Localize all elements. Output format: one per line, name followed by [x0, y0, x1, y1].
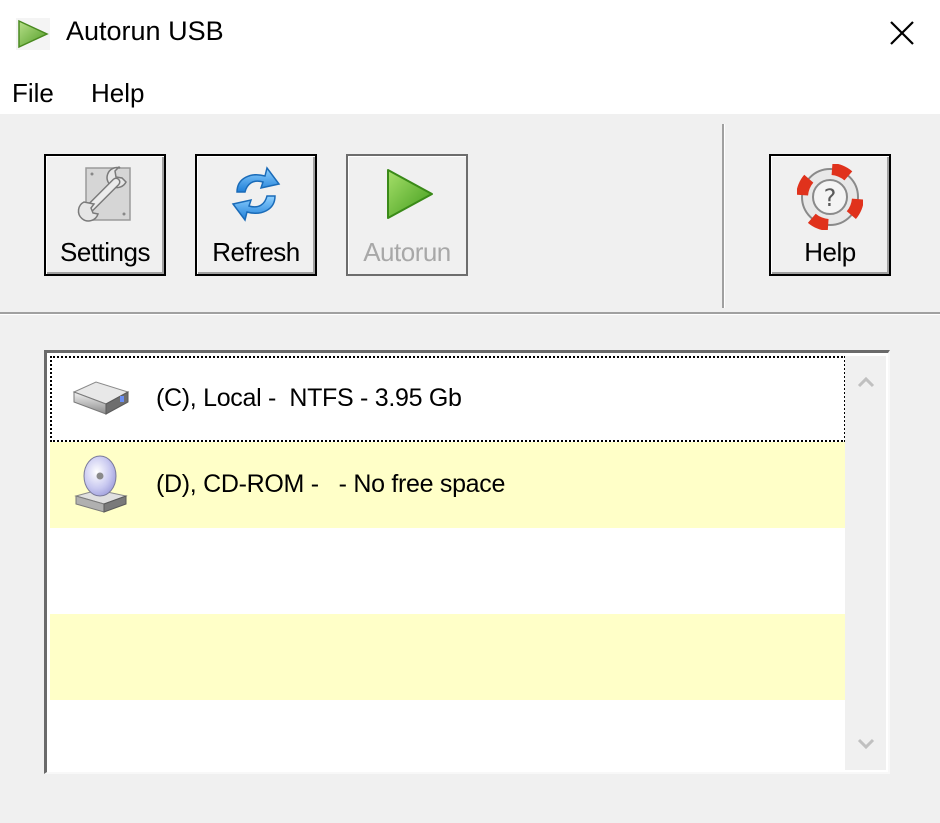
- close-icon: [890, 21, 914, 45]
- refresh-button[interactable]: Refresh: [195, 154, 317, 276]
- window-title: Autorun USB: [66, 16, 224, 46]
- settings-label: Settings: [60, 237, 150, 267]
- title-bar: Autorun USB: [0, 0, 940, 68]
- drive-row-d[interactable]: (D), CD-ROM - - No free space: [50, 442, 846, 528]
- menu-help[interactable]: Help: [91, 78, 144, 109]
- menu-bar: File Help: [0, 68, 940, 114]
- toolbar-separator: [722, 124, 725, 308]
- svg-text:?: ?: [824, 184, 837, 212]
- cd-drive-icon: [74, 455, 128, 513]
- autorun-button[interactable]: Autorun: [346, 154, 468, 276]
- scroll-up-button[interactable]: [845, 362, 886, 402]
- chevron-down-icon: [857, 738, 874, 750]
- settings-button[interactable]: Settings: [44, 154, 166, 276]
- play-icon: [387, 169, 433, 219]
- hard-drive-icon: [72, 381, 130, 415]
- close-button[interactable]: [872, 10, 932, 56]
- refresh-icon: [231, 166, 281, 222]
- drive-row-text: (D), CD-ROM - - No free space: [156, 470, 506, 498]
- chevron-up-icon: [857, 376, 874, 388]
- drive-row-c[interactable]: (C), Local - NTFS - 3.95 Gb: [50, 356, 846, 442]
- lifebuoy-help-icon: ?: [797, 164, 863, 230]
- autorun-label: Autorun: [363, 237, 451, 267]
- help-button[interactable]: ? Help: [769, 154, 891, 276]
- empty-row: [50, 700, 846, 772]
- wrench-icon: [77, 165, 131, 222]
- drive-list[interactable]: (C), Local - NTFS - 3.95 Gb (D), CD-ROM …: [44, 350, 890, 774]
- play-triangle-icon: [16, 18, 50, 50]
- help-label: Help: [804, 237, 856, 267]
- drive-rows: (C), Local - NTFS - 3.95 Gb (D), CD-ROM …: [50, 356, 846, 772]
- empty-row: [50, 528, 846, 614]
- toolbar-divider: [0, 312, 940, 315]
- empty-row: [50, 614, 846, 700]
- drive-row-text: (C), Local - NTFS - 3.95 Gb: [156, 384, 462, 412]
- menu-file[interactable]: File: [12, 78, 54, 109]
- refresh-label: Refresh: [212, 237, 300, 267]
- scroll-down-button[interactable]: [845, 724, 886, 764]
- vertical-scrollbar[interactable]: [845, 356, 886, 770]
